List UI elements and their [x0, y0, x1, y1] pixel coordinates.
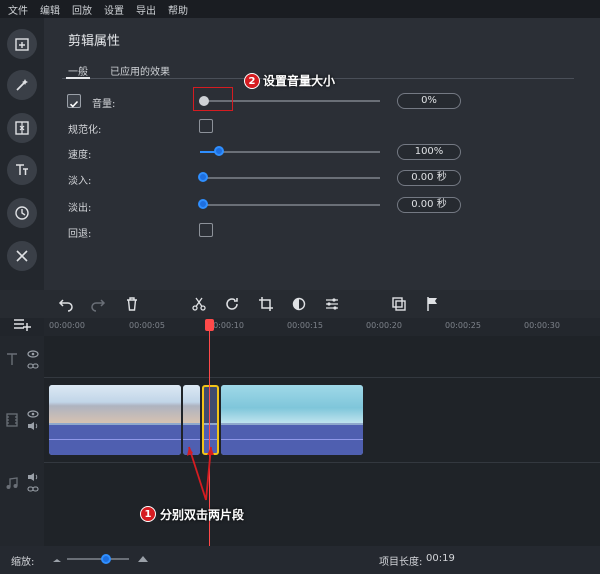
- speed-slider-track[interactable]: [200, 151, 380, 153]
- project-length-label: 项目长度:: [379, 557, 423, 568]
- volume-checkbox[interactable]: [67, 94, 81, 108]
- magic-wand-button[interactable]: [7, 70, 37, 100]
- import-button[interactable]: [7, 29, 37, 59]
- tick-label: 00:00:00: [49, 321, 85, 330]
- eye-icon[interactable]: [27, 349, 39, 359]
- fade-out-label: 淡出:: [68, 203, 92, 214]
- text-icon: [16, 164, 28, 175]
- timeline-toolbar: [0, 290, 600, 318]
- zoom-label: 缩放:: [11, 557, 35, 568]
- fade-in-slider-thumb[interactable]: [198, 172, 208, 182]
- zoom-in-icon[interactable]: [137, 553, 149, 563]
- clip-properties-panel: [44, 18, 600, 290]
- import-icon: [15, 38, 29, 51]
- menu-settings[interactable]: 设置: [104, 2, 124, 17]
- menu-help[interactable]: 帮助: [168, 2, 188, 17]
- clip-thumbnail: [221, 385, 363, 423]
- eye-icon[interactable]: [27, 409, 39, 419]
- status-bar: 缩放: 项目长度: 00:19: [0, 546, 600, 574]
- tick-label: 00:00:15: [287, 321, 323, 330]
- link-icon[interactable]: [27, 361, 39, 371]
- transition-button[interactable]: [7, 113, 37, 143]
- fade-out-slider-thumb[interactable]: [198, 199, 208, 209]
- scissors-icon[interactable]: [191, 296, 207, 312]
- zoom-slider-track[interactable]: [67, 558, 129, 560]
- volume-label: 音量:: [92, 99, 116, 110]
- clip-audio-waveform: [49, 425, 181, 455]
- clip-thumbnail: [183, 385, 200, 423]
- menu-edit[interactable]: 编辑: [40, 2, 60, 17]
- tab-applied-effects[interactable]: 已应用的效果: [110, 63, 170, 78]
- annotation-arrows: [187, 446, 214, 501]
- fade-out-slider-track[interactable]: [200, 204, 380, 206]
- tools-icon: [16, 250, 28, 262]
- step-2-badge: 2: [244, 73, 260, 89]
- reverse-label: 回退:: [68, 229, 92, 240]
- text-track-icon: [7, 353, 17, 365]
- crop-icon[interactable]: [258, 296, 274, 312]
- undo-icon[interactable]: [58, 296, 74, 312]
- tick-label: 00:00:25: [445, 321, 481, 330]
- fade-in-label: 淡入:: [68, 176, 92, 187]
- fade-in-value[interactable]: 0.00 秒: [397, 170, 461, 186]
- volume-highlight-box: [193, 87, 233, 111]
- delete-icon[interactable]: [124, 296, 140, 312]
- link-icon[interactable]: [27, 484, 39, 494]
- music-track-icon: [6, 477, 18, 489]
- menu-playback[interactable]: 回放: [72, 2, 92, 17]
- checkmark-icon: [69, 100, 79, 108]
- speed-value[interactable]: 100%: [397, 144, 461, 160]
- tool-sidebar: [0, 18, 44, 290]
- lane-divider: [44, 377, 600, 378]
- tick-label: 00:00:20: [366, 321, 402, 330]
- tab-general[interactable]: 一般: [68, 63, 88, 78]
- clip-audio-waveform: [221, 425, 363, 455]
- titles-button[interactable]: [7, 155, 37, 185]
- magic-wand-icon: [16, 79, 28, 91]
- playhead-handle[interactable]: [205, 319, 214, 331]
- project-length-value: 00:19: [426, 553, 455, 564]
- zoom-out-icon[interactable]: [52, 555, 62, 563]
- clip-thumbnail: [49, 385, 181, 423]
- more-tools-button[interactable]: [7, 241, 37, 271]
- video-clip-4[interactable]: [221, 385, 363, 455]
- normalize-label: 规范化:: [68, 125, 102, 136]
- video-track-icon: [6, 413, 18, 427]
- step-1-text: 分别双击两片段: [160, 508, 245, 522]
- normalize-checkbox[interactable]: [199, 119, 213, 133]
- tick-label: 00:00:05: [129, 321, 165, 330]
- color-adjust-icon[interactable]: [291, 296, 307, 312]
- panel-title: 剪辑属性: [68, 34, 121, 49]
- reverse-checkbox[interactable]: [199, 223, 213, 237]
- speed-label: 速度:: [68, 150, 92, 161]
- video-clip-1[interactable]: [49, 385, 181, 455]
- fit-zoom-icon[interactable]: [391, 296, 407, 312]
- redo-icon[interactable]: [90, 296, 106, 312]
- volume-value[interactable]: 0%: [397, 93, 461, 109]
- lane-divider: [44, 462, 600, 463]
- marker-flag-icon[interactable]: [424, 296, 440, 312]
- speaker-icon[interactable]: [27, 472, 39, 482]
- step-1-badge: 1: [140, 506, 156, 522]
- fade-out-value[interactable]: 0.00 秒: [397, 197, 461, 213]
- menu-file[interactable]: 文件: [8, 2, 28, 17]
- step-2-text: 设置音量大小: [263, 74, 336, 88]
- clip-thumbnail: [204, 387, 217, 423]
- rotate-icon[interactable]: [224, 296, 240, 312]
- fade-in-slider-track[interactable]: [200, 177, 380, 179]
- speaker-icon[interactable]: [27, 421, 39, 431]
- menu-export[interactable]: 导出: [136, 2, 156, 17]
- zoom-slider-thumb[interactable]: [101, 554, 111, 564]
- sticker-button[interactable]: [7, 198, 37, 228]
- tab-active-indicator: [66, 77, 90, 79]
- menu-bar: 文件 编辑 回放 设置 导出 帮助: [0, 0, 600, 18]
- tick-label: 00:00:30: [524, 321, 560, 330]
- add-track-icon[interactable]: [13, 318, 31, 332]
- clock-sticker-icon: [15, 206, 29, 220]
- clip-properties-icon[interactable]: [324, 296, 340, 312]
- speed-slider-thumb[interactable]: [214, 146, 224, 156]
- transition-icon: [15, 121, 29, 135]
